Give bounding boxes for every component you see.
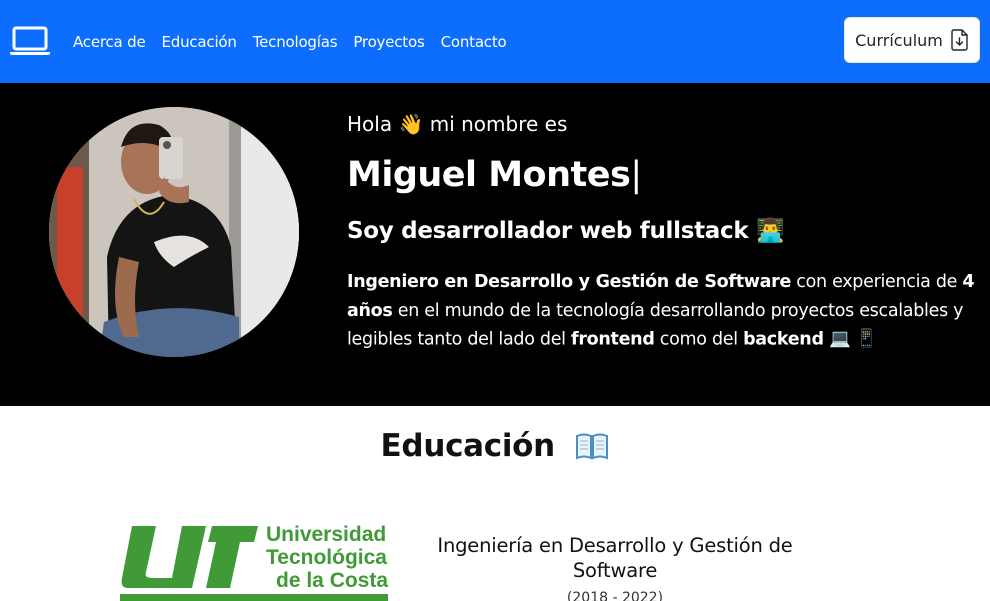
greeting-pre: Hola — [347, 112, 393, 136]
bio-text-1: con experiencia de — [791, 272, 963, 292]
ut-logo-image: Universidad Tecnológica de la Costa — [120, 523, 388, 601]
curriculum-button-label: Currículum — [855, 30, 943, 50]
typing-cursor: | — [630, 155, 642, 195]
greeting-post: mi nombre es — [429, 112, 568, 136]
nav-link-proyectos[interactable]: Proyectos — [353, 33, 424, 51]
logo-line-1: Universidad — [266, 523, 386, 546]
degree-title: Ingeniería en Desarrollo y Gestión de So… — [437, 534, 793, 582]
profile-photo — [49, 107, 299, 357]
degree-period: (2018 - 2022) — [566, 590, 664, 601]
nav-link-educacion[interactable]: Educación — [161, 33, 236, 51]
bio-frontend: frontend — [571, 329, 655, 350]
bio-degree: Ingeniero en Desarrollo y Gestión de Sof… — [347, 272, 792, 292]
profile-photo-image — [49, 107, 299, 357]
name-text: Miguel Montes — [347, 155, 631, 195]
wave-emoji: 👋 — [398, 112, 424, 136]
nav-link-tecnologias[interactable]: Tecnologías — [253, 33, 338, 51]
technologist-emoji: 👨‍💻 — [756, 218, 785, 244]
school-logo: Universidad Tecnológica de la Costa — [120, 522, 390, 601]
file-download-icon — [951, 29, 968, 51]
nav-link-acerca-de[interactable]: Acerca de — [73, 33, 146, 51]
curriculum-button[interactable]: Currículum — [844, 17, 980, 63]
education-title: Educación — [0, 428, 990, 464]
greeting: Hola 👋 mi nombre es — [347, 112, 567, 136]
role-text: Soy desarrollador web fullstack — [347, 218, 749, 244]
logo-line-3: de la Costa — [276, 569, 388, 592]
bio-text-3: como del — [654, 329, 744, 350]
nav-links: Acerca de Educación Tecnologías Proyecto… — [73, 0, 523, 83]
bio-backend: backend — [743, 329, 824, 350]
laptop-phone-emojis: 💻 📱 — [828, 329, 878, 349]
hero-name: Miguel Montes| — [347, 155, 642, 195]
hero-role: Soy desarrollador web fullstack 👨‍💻 — [347, 217, 785, 244]
hero-bio: Ingeniero en Desarrollo y Gestión de Sof… — [347, 268, 977, 354]
hero-section: Hola 👋 mi nombre es Miguel Montes| Soy d… — [0, 83, 990, 406]
nav-link-contacto[interactable]: Contacto — [441, 33, 507, 51]
book-icon — [576, 433, 609, 460]
education-title-text: Educación — [380, 428, 556, 464]
navbar: Acerca de Educación Tecnologías Proyecto… — [0, 0, 990, 83]
laptop-icon[interactable] — [9, 25, 51, 57]
logo-line-2: Tecnológica — [266, 546, 387, 569]
